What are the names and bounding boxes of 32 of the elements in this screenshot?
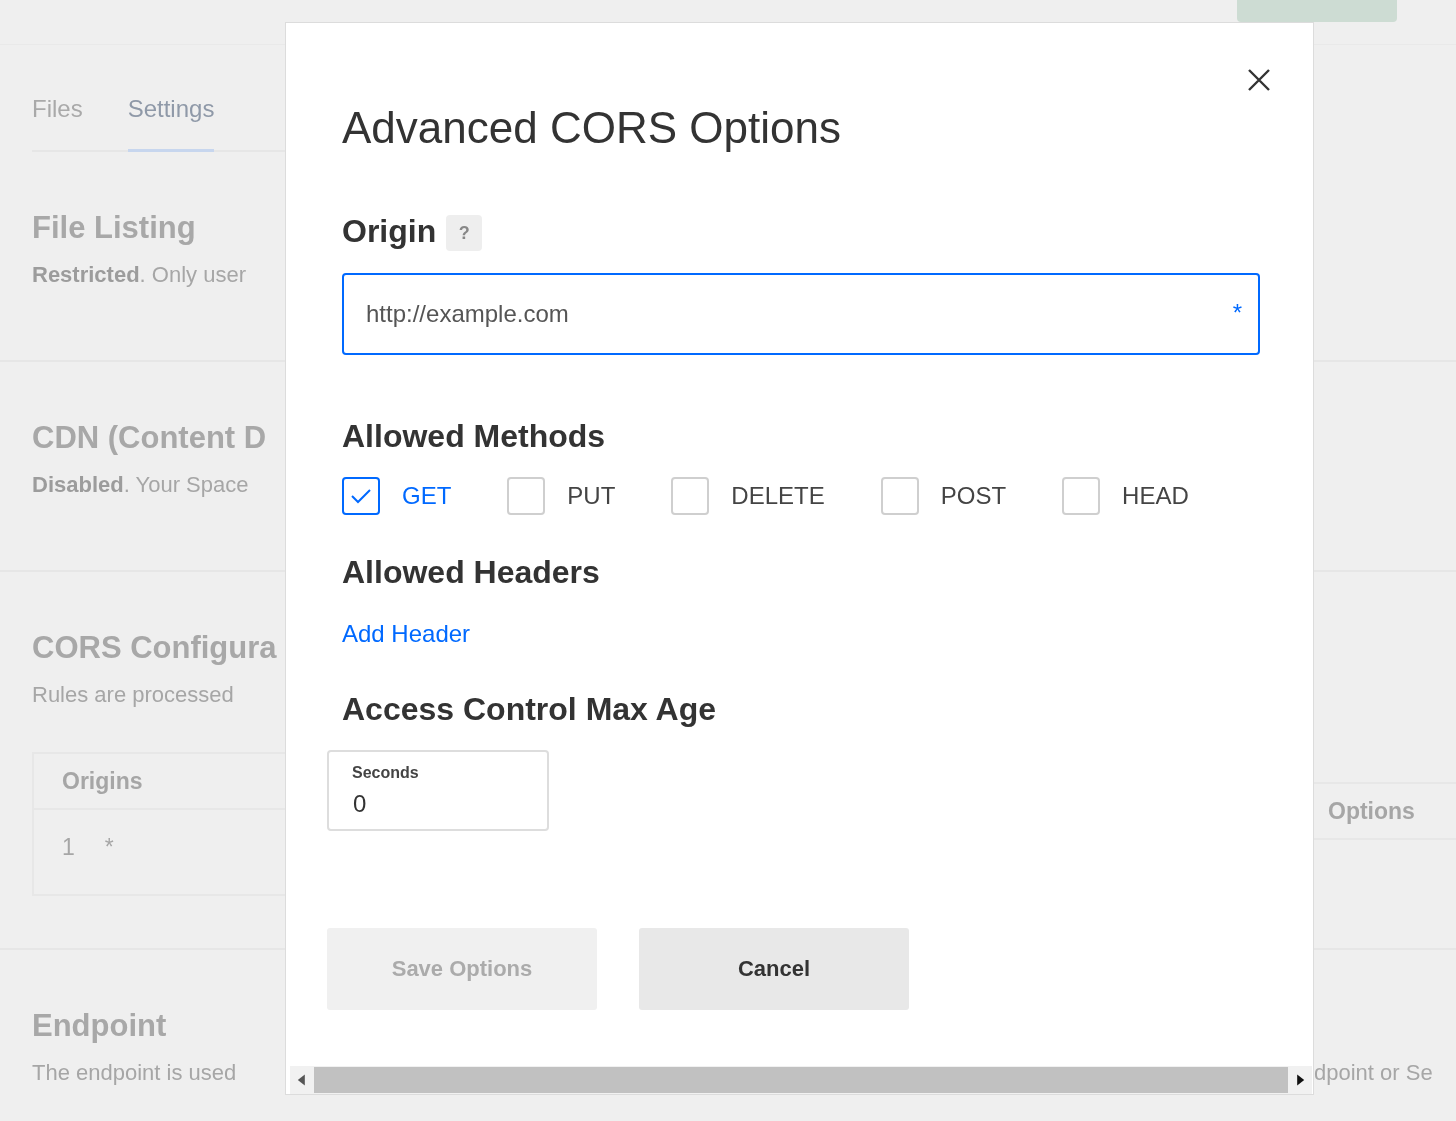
section-heading: Access Control Max Age: [342, 689, 718, 729]
method-checkbox[interactable]: HEAD: [1062, 476, 1189, 515]
table-cell: *: [104, 834, 114, 861]
column-header: Options: [1328, 797, 1415, 825]
checkbox[interactable]: [342, 476, 380, 515]
close-icon[interactable]: [1247, 68, 1271, 92]
method-checkbox[interactable]: GET: [342, 476, 452, 515]
section-title: File Listing: [32, 210, 197, 247]
line-number: 1: [62, 834, 75, 861]
field-label: Seconds: [352, 763, 419, 782]
section-description: The endpoint is used: [32, 1060, 238, 1087]
section-title: Endpoint: [32, 1008, 168, 1045]
column-header: Origins: [62, 767, 143, 795]
method-checkbox[interactable]: DELETE: [671, 476, 825, 515]
checkmark-icon: [350, 487, 372, 504]
section-title: CORS Configura: [32, 630, 278, 667]
section-heading: Allowed Headers: [342, 552, 601, 592]
method-checkbox[interactable]: POST: [880, 476, 1007, 515]
method-checkbox[interactable]: PUT: [507, 476, 616, 515]
add-header-link[interactable]: Add Header: [342, 618, 471, 649]
dialog-button[interactable]: Cancel: [639, 928, 909, 1011]
section-description: Rules are processed: [32, 682, 235, 709]
section-title: CDN (Content D: [32, 420, 268, 457]
section-description: Restricted. Only user: [32, 262, 247, 289]
required-mark: *: [1232, 301, 1242, 325]
field-label: Origin: [342, 212, 437, 251]
dialog-title: Advanced CORS Options: [342, 102, 842, 154]
section-description: Disabled. Your Space: [32, 472, 250, 499]
action-button[interactable]: [1237, 0, 1397, 22]
section-description: dpoint or Se: [1314, 1060, 1434, 1087]
horizontal-scrollbar[interactable]: [290, 1066, 1312, 1094]
section-heading: Allowed Methods: [342, 416, 607, 456]
